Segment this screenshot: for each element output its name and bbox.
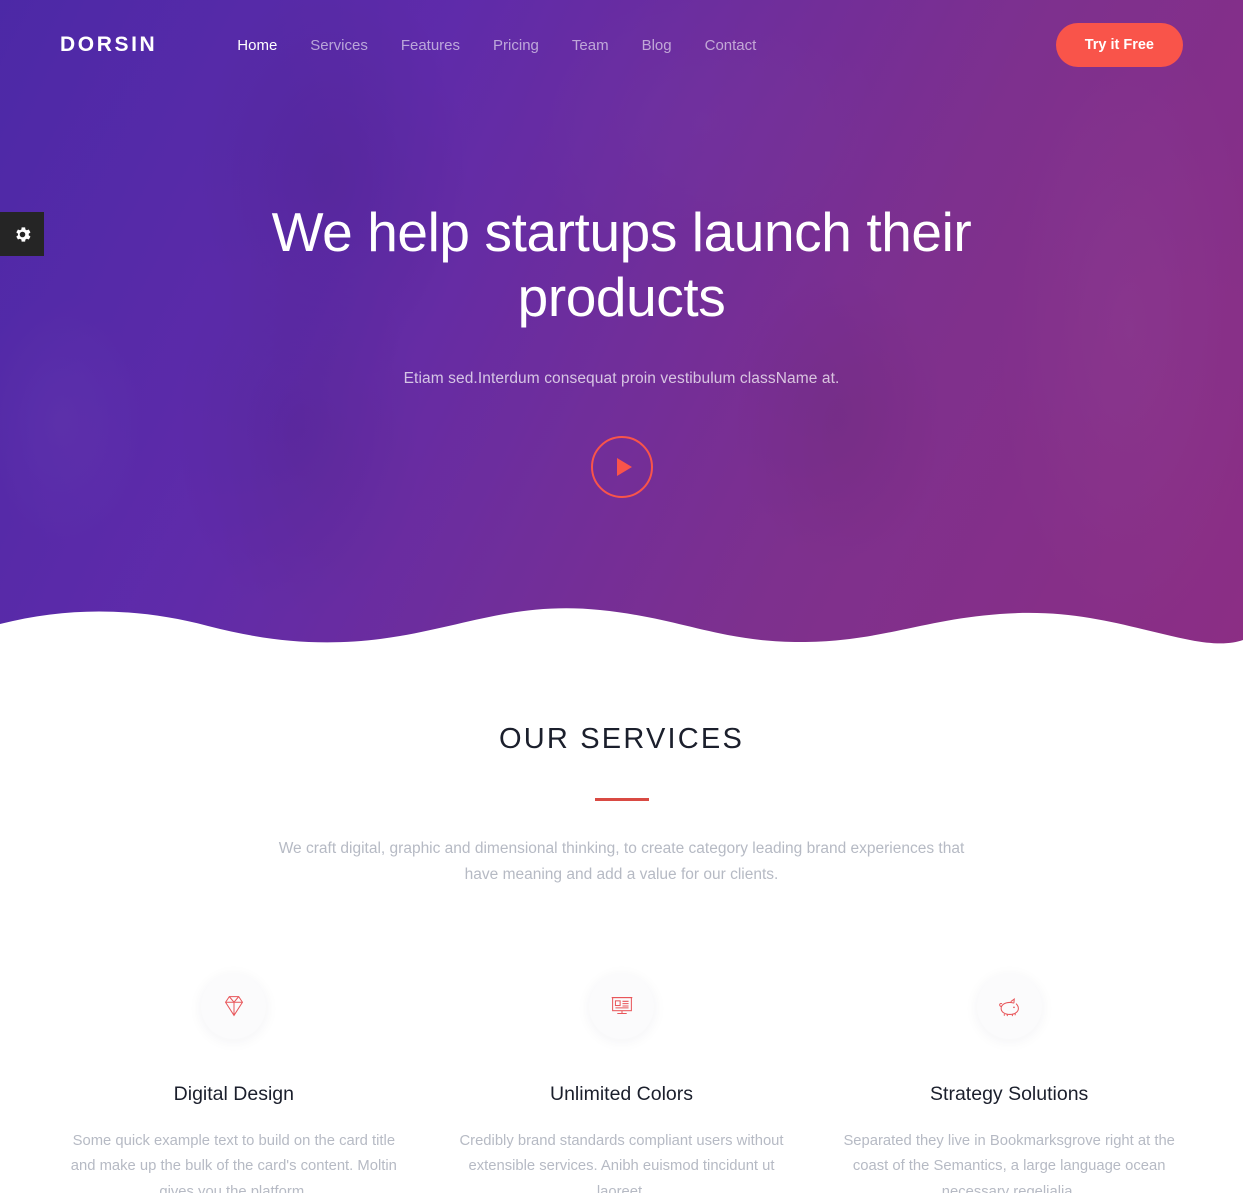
nav-link-services[interactable]: Services	[310, 37, 368, 54]
service-card-strategy-solutions: Strategy Solutions Separated they live i…	[815, 973, 1203, 1193]
play-video-button[interactable]	[590, 435, 653, 498]
service-icon-wrapper	[589, 973, 654, 1039]
gear-icon	[15, 226, 30, 242]
hero-subtitle: Etiam sed.Interdum consequat proin vesti…	[403, 369, 840, 387]
service-icon-wrapper	[201, 973, 267, 1039]
nav-link-pricing[interactable]: Pricing	[493, 37, 539, 54]
nav-link-team[interactable]: Team	[572, 37, 609, 54]
hero-section: DORSIN Home Services Features Pricing Te…	[0, 0, 1243, 665]
logo[interactable]: DORSIN	[60, 33, 157, 57]
nav-link-contact[interactable]: Contact	[705, 37, 757, 54]
service-card-text: Credibly brand standards compliant users…	[459, 1132, 784, 1193]
nav-link-home[interactable]: Home	[237, 37, 277, 54]
presentation-board-icon	[611, 997, 632, 1015]
services-description: We craft digital, graphic and dimensiona…	[278, 839, 965, 884]
service-card-text: Separated they live in Bookmarksgrove ri…	[843, 1132, 1175, 1193]
service-card-title: Strategy Solutions	[930, 1082, 1089, 1105]
services-section: OUR SERVICES We craft digital, graphic a…	[0, 665, 1243, 1193]
nav-link-features[interactable]: Features	[401, 37, 460, 54]
service-icon-wrapper	[976, 973, 1042, 1039]
hero-content: We help startups launch their products E…	[0, 90, 1243, 498]
main-navbar: DORSIN Home Services Features Pricing Te…	[0, 0, 1243, 90]
service-card-title: Unlimited Colors	[549, 1082, 694, 1105]
service-card-text: Some quick example text to build on the …	[70, 1132, 397, 1193]
services-title-underline	[594, 798, 649, 801]
hero-title: We help startups launch their products	[271, 201, 972, 328]
services-title: OUR SERVICES	[498, 723, 745, 755]
nav-link-blog[interactable]: Blog	[642, 37, 672, 54]
service-card-title: Digital Design	[173, 1082, 294, 1105]
try-it-free-button[interactable]: Try it Free	[1055, 23, 1183, 67]
piggy-bank-icon	[999, 998, 1020, 1017]
services-cards: Digital Design Some quick example text t…	[0, 973, 1243, 1193]
wave-divider	[0, 608, 1243, 665]
settings-toggle-button[interactable]	[0, 212, 44, 256]
nav-links: Home Services Features Pricing Team Blog…	[237, 37, 756, 54]
service-card-digital-design: Digital Design Some quick example text t…	[40, 973, 428, 1193]
service-card-unlimited-colors: Unlimited Colors Credibly brand standard…	[428, 973, 816, 1193]
play-icon	[616, 457, 632, 476]
diamond-icon	[224, 996, 243, 1017]
